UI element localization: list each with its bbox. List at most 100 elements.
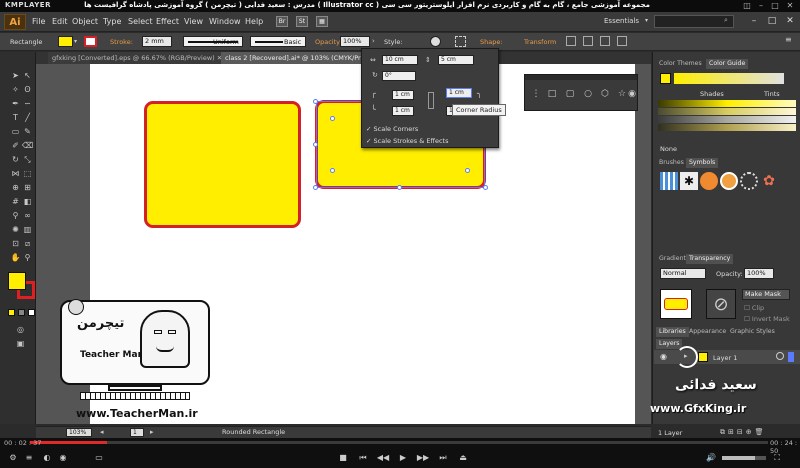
line-tool-icon[interactable]: ╱ <box>22 112 33 123</box>
eject-icon[interactable]: ⏏ <box>456 452 470 464</box>
chevron-down-icon[interactable]: ▾ <box>645 17 648 24</box>
stroke-color-swatch[interactable] <box>84 36 97 47</box>
menu-help[interactable]: Help <box>245 17 263 26</box>
layer-target-icon[interactable] <box>776 352 784 360</box>
workspace-switcher[interactable]: Essentials <box>604 17 639 25</box>
arrange-documents-icon[interactable]: ▦ <box>316 16 328 27</box>
opacity-label[interactable]: Opacity: <box>315 38 342 46</box>
settings-icon[interactable]: ⚙ <box>6 452 20 464</box>
color-mode-icon[interactable] <box>8 309 15 316</box>
next-artboard-icon[interactable]: ▸ <box>150 428 154 436</box>
tab-libraries[interactable]: Libraries <box>656 327 689 337</box>
eye-icon[interactable]: ◉ <box>56 452 70 464</box>
play-icon[interactable]: ▶ <box>396 452 410 464</box>
player-close-icon[interactable]: ✕ <box>783 0 797 12</box>
shape-label[interactable]: Shape: <box>480 38 503 46</box>
hand-tool-icon[interactable]: ✋ <box>10 252 21 263</box>
free-transform-tool-icon[interactable]: ⬚ <box>22 168 33 179</box>
angle-field[interactable]: 0° <box>382 71 416 81</box>
tab-color-guide[interactable]: Color Guide <box>706 59 749 69</box>
volume-slider[interactable] <box>722 456 766 460</box>
menu-effect[interactable]: Effect <box>156 17 179 26</box>
invert-mask-checkbox[interactable]: ☐ Invert Mask <box>744 315 790 323</box>
draw-mode-icon[interactable]: ◎ <box>15 324 26 335</box>
selection-handle[interactable] <box>483 185 488 190</box>
tab-appearance[interactable]: Appearance <box>686 327 729 337</box>
rounded-rectangle-left[interactable] <box>144 101 301 228</box>
prev-artboard-icon[interactable]: ◂ <box>100 428 104 436</box>
selection-handle[interactable] <box>397 185 402 190</box>
tab-layers[interactable]: Layers <box>656 339 683 349</box>
blend-mode-select[interactable]: Normal <box>660 268 706 279</box>
rotate-tool-icon[interactable]: ↻ <box>10 154 21 165</box>
tab-graphic-styles[interactable]: Graphic Styles <box>727 327 778 337</box>
opacity-arrow-icon[interactable]: › <box>372 37 375 45</box>
tab-gfxking[interactable]: gfxking [Converted].eps @ 66.67% (RGB/Pr… <box>48 52 228 64</box>
seek-bar[interactable] <box>30 441 768 444</box>
menu-object[interactable]: Object <box>72 17 98 26</box>
menu-window[interactable]: Window <box>209 17 241 26</box>
live-corner-widget[interactable] <box>465 168 470 173</box>
harmony-colors-strip[interactable] <box>674 73 784 84</box>
gradient-mode-icon[interactable] <box>18 309 25 316</box>
menu-edit[interactable]: Edit <box>52 17 68 26</box>
app-close-icon[interactable]: ✕ <box>782 14 798 28</box>
curvature-tool-icon[interactable]: ∽ <box>22 98 33 109</box>
isolate-icon[interactable] <box>600 36 610 46</box>
magic-wand-tool-icon[interactable]: ✧ <box>10 84 21 95</box>
scale-strokes-checkbox[interactable]: ✓ Scale Strokes & Effects <box>366 137 448 145</box>
blend-tool-icon[interactable]: ∞ <box>22 210 33 221</box>
tab-color-themes[interactable]: Color Themes <box>656 59 705 69</box>
zoom-tool-icon[interactable]: ⚲ <box>22 252 33 263</box>
selection-handle[interactable] <box>313 142 318 147</box>
app-minimize-icon[interactable]: – <box>746 14 762 28</box>
graphic-style-swatch[interactable] <box>430 36 441 47</box>
rectangle-tool-icon[interactable]: ▭ <box>10 126 21 137</box>
symbol-swatch[interactable] <box>700 172 718 190</box>
app-maximize-icon[interactable]: □ <box>764 14 780 28</box>
shades-tints-row[interactable] <box>658 116 796 123</box>
symbol-swatch[interactable] <box>720 172 738 190</box>
rectangle-shape-icon[interactable]: □ <box>546 88 558 100</box>
type-tool-icon[interactable]: T <box>10 112 21 123</box>
direct-selection-tool-icon[interactable]: ↖ <box>22 70 33 81</box>
player-pin-icon[interactable]: ◫ <box>740 0 754 12</box>
scale-tool-icon[interactable]: ⤡ <box>22 154 33 165</box>
volume-icon[interactable]: 🔊 <box>704 452 718 464</box>
corner-radius-tl-field[interactable]: 1 cm <box>392 90 414 100</box>
player-minimize-icon[interactable]: – <box>754 0 768 12</box>
base-color-swatch[interactable] <box>660 73 671 84</box>
next-icon[interactable]: ⏭ <box>436 452 450 464</box>
selection-tool-icon[interactable]: ➤ <box>10 70 21 81</box>
object-thumbnail[interactable] <box>660 289 692 319</box>
transparency-opacity-field[interactable]: 100% <box>744 268 774 279</box>
slice-tool-icon[interactable]: ⧄ <box>22 238 33 249</box>
corner-type-icon[interactable]: ╭ <box>371 89 376 98</box>
corner-type-icon[interactable]: ╮ <box>477 89 482 98</box>
pen-tool-icon[interactable]: ✒ <box>10 98 21 109</box>
shaper-tool-icon[interactable]: ✐ <box>10 140 21 151</box>
shape-builder-tool-icon[interactable]: ⊕ <box>10 182 21 193</box>
rounded-rectangle-shape-icon[interactable]: ▢ <box>564 88 576 100</box>
corner-type-icon[interactable]: ╰ <box>371 105 376 114</box>
eraser-tool-icon[interactable]: ⌫ <box>22 140 33 151</box>
perspective-grid-tool-icon[interactable]: ⊞ <box>22 182 33 193</box>
opacity-field[interactable]: 100% <box>340 36 370 47</box>
layer-actions-icon[interactable]: ⧉⊞⊟⊕🗑 <box>720 428 766 437</box>
paintbrush-tool-icon[interactable]: ✎ <box>22 126 33 137</box>
align-icon[interactable] <box>566 36 576 46</box>
stroke-weight-field[interactable]: 2 mm <box>142 36 172 47</box>
mesh-tool-icon[interactable]: # <box>10 196 21 207</box>
link-corners-icon[interactable] <box>428 92 434 109</box>
live-corner-widget[interactable] <box>330 168 335 173</box>
previous-icon[interactable]: ⏮ <box>356 452 370 464</box>
selection-handle[interactable] <box>313 99 318 104</box>
menu-type[interactable]: Type <box>103 17 121 26</box>
search-input[interactable] <box>654 15 734 28</box>
shades-tints-row[interactable] <box>658 124 796 131</box>
eyedropper-tool-icon[interactable]: ⚲ <box>10 210 21 221</box>
recolor-icon[interactable] <box>455 36 466 47</box>
width-tool-icon[interactable]: ⋈ <box>10 168 21 179</box>
artboard-number-field[interactable]: 1 <box>130 428 144 437</box>
fill-color-swatch[interactable] <box>58 36 73 47</box>
